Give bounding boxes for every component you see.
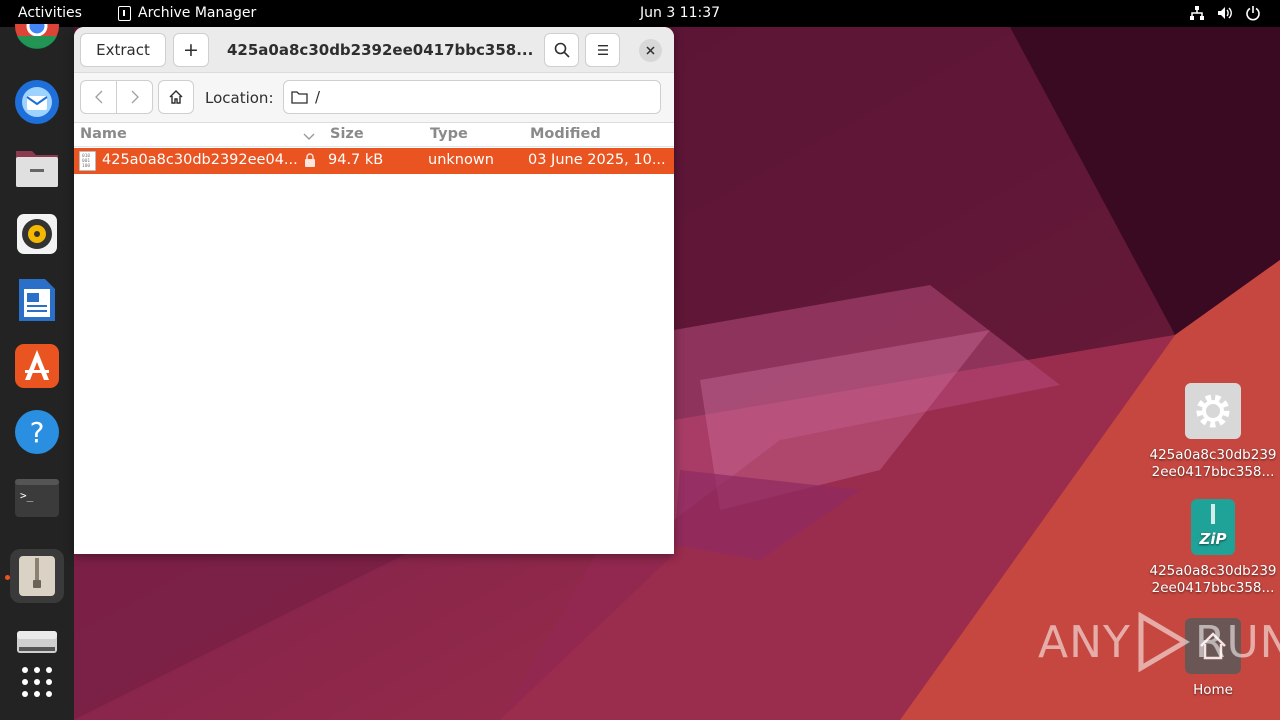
file-type: unknown: [428, 152, 494, 168]
archive-manager-dock-icon[interactable]: [5, 549, 64, 603]
binary-file-icon: 010 001 100: [79, 151, 96, 171]
thunderbird-icon[interactable]: [10, 75, 64, 129]
terminal-icon[interactable]: >_: [10, 471, 64, 525]
desktop-icon-label-line2: 2ee0417bbc358...: [1151, 580, 1275, 596]
app-menu-label: Archive Manager: [138, 5, 257, 21]
desktop-icon-label-line1: 425a0a8c30db239: [1149, 447, 1277, 463]
header-bar: Extract + 425a0a8c30db2392ee0417bbc358..…: [74, 27, 674, 73]
file-modified: 03 June 2025, 10...: [528, 152, 666, 168]
chrome-icon[interactable]: [10, 19, 64, 59]
extract-button[interactable]: Extract: [80, 33, 166, 67]
file-name: 425a0a8c30db2392ee04...: [102, 152, 298, 168]
column-header-size[interactable]: Size: [330, 126, 364, 142]
anyrun-watermark: ANY RUN: [1038, 612, 1280, 672]
svg-text:ZiP: ZiP: [1198, 530, 1226, 548]
help-icon[interactable]: ?: [10, 405, 64, 459]
power-icon[interactable]: [1244, 5, 1262, 21]
navigation-buttons: [80, 80, 153, 114]
desktop-icon-label-line1: 425a0a8c30db239: [1149, 563, 1277, 579]
hamburger-menu-icon: [597, 45, 608, 55]
sort-chevron-down-icon[interactable]: [303, 129, 315, 145]
watermark-text-left: ANY: [1038, 616, 1131, 668]
desktop-icon-label-line2: 2ee0417bbc358...: [1151, 464, 1275, 480]
menu-button[interactable]: [585, 33, 620, 67]
svg-text:?: ?: [30, 416, 45, 449]
play-logo-icon: [1138, 612, 1190, 672]
volume-icon[interactable]: [1216, 5, 1234, 21]
folder-icon: [291, 91, 308, 104]
desktop-icon-label: Home: [1193, 682, 1233, 698]
network-icon[interactable]: [1188, 5, 1206, 21]
running-indicator: [5, 575, 10, 580]
chevron-right-icon: [131, 90, 139, 104]
app-menu[interactable]: Archive Manager: [118, 5, 256, 21]
column-header-name[interactable]: Name: [80, 126, 127, 142]
search-icon: [554, 42, 570, 58]
zip-archive-icon: ZiP: [1191, 499, 1235, 555]
location-value: /: [315, 88, 321, 106]
back-button[interactable]: [81, 81, 117, 113]
dock: ? >_: [0, 24, 74, 720]
column-headers: Name Size Type Modified: [74, 123, 674, 147]
archive-manager-icon: [118, 5, 131, 21]
top-bar: Activities Archive Manager Jun 3 11:37: [0, 0, 1280, 27]
desktop-icon-executable[interactable]: 425a0a8c30db239 2ee0417bbc358...: [1148, 383, 1278, 481]
column-header-type[interactable]: Type: [430, 126, 468, 142]
lock-icon: [304, 153, 316, 171]
system-tray[interactable]: [1188, 5, 1262, 21]
app-center-icon[interactable]: [10, 339, 64, 393]
add-files-button[interactable]: +: [173, 33, 209, 67]
show-apps-button[interactable]: [10, 655, 64, 709]
forward-button[interactable]: [117, 81, 152, 113]
home-button[interactable]: [158, 80, 194, 114]
column-header-modified[interactable]: Modified: [530, 126, 601, 142]
clock[interactable]: Jun 3 11:37: [640, 5, 720, 21]
close-icon: [646, 46, 655, 55]
archive-manager-window: Extract + 425a0a8c30db2392ee0417bbc358..…: [74, 27, 674, 554]
location-field[interactable]: /: [283, 80, 661, 114]
window-title: 425a0a8c30db2392ee0417bbc358...: [227, 41, 534, 59]
chevron-left-icon: [94, 90, 102, 104]
search-button[interactable]: [544, 33, 579, 67]
file-row[interactable]: 010 001 100 425a0a8c30db2392ee04... 94.7 k…: [74, 148, 674, 174]
desktop-icon-zip[interactable]: ZiP 425a0a8c30db239 2ee0417bbc358...: [1148, 499, 1278, 597]
rhythmbox-icon[interactable]: [10, 207, 64, 261]
files-icon[interactable]: [10, 141, 64, 195]
libreoffice-writer-icon[interactable]: [10, 273, 64, 327]
location-toolbar: Location: /: [74, 73, 674, 123]
watermark-text-right: RUN: [1194, 616, 1280, 668]
home-icon: [169, 90, 183, 104]
file-size: 94.7 kB: [328, 152, 384, 168]
location-label: Location:: [205, 89, 274, 107]
svg-text:>_: >_: [20, 489, 34, 502]
executable-gear-icon: [1185, 383, 1241, 439]
close-button[interactable]: [639, 39, 662, 62]
